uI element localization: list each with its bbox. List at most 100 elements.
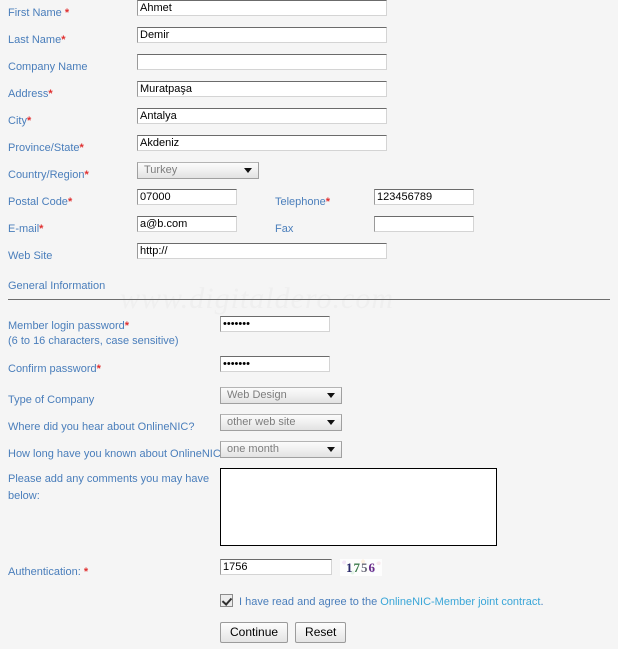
agreement-checkbox[interactable]	[220, 594, 233, 607]
form-row-city: City*	[0, 108, 618, 135]
comments-label-line2: below:	[8, 490, 40, 502]
province-state-required-marker: *	[79, 142, 84, 154]
password-required-marker: *	[124, 320, 130, 332]
how-long-select[interactable]: one month	[220, 441, 342, 458]
country-region-required-marker: *	[84, 169, 89, 181]
website-input[interactable]	[137, 243, 387, 259]
first-name-required-marker: *	[64, 7, 70, 19]
agreement-text: I have read and agree to the OnlineNIC-M…	[239, 596, 544, 608]
city-input[interactable]	[137, 108, 387, 124]
confirm-password-input[interactable]	[220, 356, 330, 372]
email-input[interactable]	[137, 216, 237, 232]
registration-form: First Name * Last Name* Company Name Add…	[0, 0, 618, 649]
comments-label: Please add any comments you may have bel…	[0, 468, 220, 503]
type-of-company-label-text: Type of Company	[8, 394, 95, 406]
captcha-digit-4: 6	[368, 560, 376, 575]
last-name-label: Last Name*	[0, 27, 137, 47]
website-label: Web Site	[0, 243, 137, 263]
authentication-label: Authentication: *	[0, 559, 220, 579]
form-row-password-hint: (6 to 16 characters, case sensitive)	[0, 334, 618, 356]
address-required-marker: *	[48, 88, 53, 100]
form-row-type-of-company: Type of Company Web Design	[0, 387, 618, 414]
continue-button[interactable]: Continue	[220, 622, 289, 643]
form-row-postal-telephone: Postal Code* Telephone*	[0, 189, 618, 216]
how-long-label: How long have you known about OnlineNIC?	[0, 441, 227, 461]
comments-textarea[interactable]	[220, 468, 497, 546]
captcha-image[interactable]: 1756	[340, 559, 382, 576]
form-row-confirm-password: Confirm password*	[0, 356, 618, 383]
country-region-selected-value: Turkey	[144, 164, 178, 176]
postal-code-required-marker: *	[67, 196, 73, 208]
how-long-selected-value: one month	[227, 443, 279, 455]
chevron-down-icon	[327, 447, 335, 452]
province-state-label-text: Province/State	[8, 142, 80, 154]
agreement-text-after: .	[540, 596, 544, 608]
postal-code-label: Postal Code*	[0, 189, 137, 209]
form-row-authentication: Authentication: * 1756	[0, 559, 618, 586]
company-name-label: Company Name	[0, 54, 137, 74]
city-label: City*	[0, 108, 137, 128]
reset-button[interactable]: Reset	[295, 622, 347, 643]
email-label: E-mail*	[0, 216, 137, 236]
captcha-digit-3: 5	[361, 560, 369, 575]
province-state-input[interactable]	[137, 135, 387, 151]
form-row-country-region: Country/Region* Turkey	[0, 162, 618, 189]
form-row-where-heard: Where did you hear about OnlineNIC? othe…	[0, 414, 618, 441]
joint-contract-link[interactable]: OnlineNIC-Member joint contract	[380, 596, 540, 608]
where-heard-label: Where did you hear about OnlineNIC?	[0, 414, 220, 434]
email-label-text: E-mail	[8, 223, 40, 235]
chevron-down-icon	[244, 168, 252, 173]
country-region-label: Country/Region*	[0, 162, 137, 182]
how-long-label-text: How long have you known about OnlineNIC?	[8, 448, 227, 460]
chevron-down-icon	[327, 393, 335, 398]
type-of-company-label: Type of Company	[0, 387, 137, 407]
form-row-company-name: Company Name	[0, 54, 618, 81]
confirm-password-label-text: Confirm password	[8, 363, 97, 375]
form-row-password: Member login password*	[0, 316, 618, 334]
company-name-label-text: Company Name	[8, 61, 88, 73]
password-label: Member login password*	[0, 316, 137, 333]
form-row-email-fax: E-mail* Fax	[0, 216, 618, 243]
form-row-agreement: I have read and agree to the OnlineNIC-M…	[0, 592, 618, 614]
telephone-label: Telephone*	[237, 189, 374, 209]
confirm-password-label: Confirm password*	[0, 356, 137, 376]
fax-label: Fax	[237, 216, 374, 236]
password-input[interactable]	[220, 316, 330, 332]
website-label-text: Web Site	[8, 250, 53, 262]
authentication-input[interactable]	[220, 559, 332, 575]
first-name-input[interactable]	[137, 0, 387, 16]
form-row-first-name: First Name *	[0, 0, 618, 27]
general-information-heading: General Information	[8, 280, 106, 292]
form-row-last-name: Last Name*	[0, 27, 618, 54]
comments-label-line1: Please add any comments you may have	[8, 473, 210, 485]
fax-label-text: Fax	[275, 223, 294, 235]
authentication-label-text: Authentication:	[8, 566, 84, 578]
city-required-marker: *	[26, 115, 32, 127]
fax-input[interactable]	[374, 216, 474, 232]
form-row-website: Web Site	[0, 243, 618, 270]
type-of-company-select[interactable]: Web Design	[220, 387, 342, 404]
first-name-label-text: First Name	[8, 7, 65, 19]
captcha-digit-1: 1	[346, 560, 354, 575]
address-input[interactable]	[137, 81, 387, 97]
address-label: Address*	[0, 81, 137, 101]
postal-code-input[interactable]	[137, 189, 237, 205]
where-heard-select[interactable]: other web site	[220, 414, 342, 431]
email-required-marker: *	[39, 223, 44, 235]
province-state-label: Province/State*	[0, 135, 137, 155]
authentication-required-marker: *	[83, 566, 89, 578]
address-label-text: Address	[8, 88, 49, 100]
form-row-province-state: Province/State*	[0, 135, 618, 162]
where-heard-label-text: Where did you hear about OnlineNIC?	[8, 421, 195, 433]
last-name-required-marker: *	[61, 34, 66, 46]
telephone-required-marker: *	[325, 196, 331, 208]
confirm-password-required-marker: *	[96, 363, 101, 375]
captcha-digit-2: 7	[353, 560, 361, 575]
country-region-select[interactable]: Turkey	[137, 162, 259, 179]
city-label-text: City	[8, 115, 27, 127]
form-row-address: Address*	[0, 81, 618, 108]
form-row-how-long: How long have you known about OnlineNIC?…	[0, 441, 618, 468]
company-name-input[interactable]	[137, 54, 387, 70]
last-name-input[interactable]	[137, 27, 387, 43]
telephone-input[interactable]	[374, 189, 474, 205]
